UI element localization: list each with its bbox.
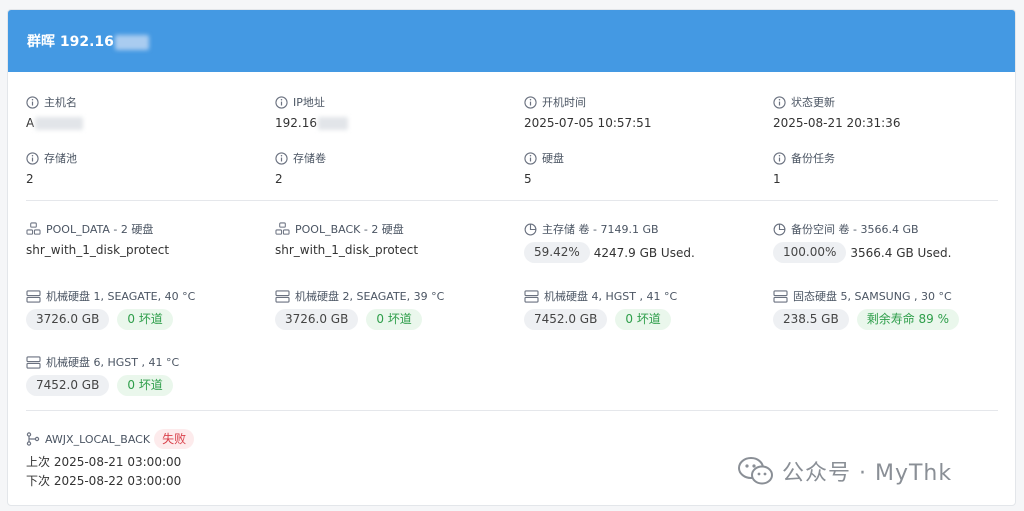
backup-status-badge: 失败 (154, 429, 195, 449)
volume-used: 4247.9 GB Used. (593, 245, 695, 260)
hard-drive-icon (275, 289, 290, 303)
info-ip: IP地址 192.16 (275, 94, 524, 132)
branch-icon (26, 432, 40, 446)
info-backup-count: 备份任务 1 (773, 150, 998, 188)
info-label: 硬盘 (542, 152, 564, 165)
info-uptime: 开机时间 2025-07-05 10:57:51 (524, 94, 773, 132)
divider (26, 410, 998, 411)
divider (26, 200, 998, 201)
volume-item: 主存储 卷 - 7149.1 GB 59.42% 4247.9 GB Used. (524, 221, 773, 263)
disk-health-badge: 0 坏道 (615, 309, 671, 330)
nas-status-card: 群晖 192.16 主机名 A IP地址 192.16 开机时间 2025-07… (7, 9, 1016, 506)
info-label: IP地址 (293, 96, 325, 109)
backup-task-name: AWJX_LOCAL_BACK (45, 432, 151, 446)
volume-label: 主存储 卷 - 7149.1 GB (542, 223, 659, 236)
disk-health-badge: 0 坏道 (117, 309, 173, 330)
disk-size-badge: 238.5 GB (773, 309, 849, 330)
disk-item: 机械硬盘 2, SEAGATE, 39 °C 3726.0 GB 0 坏道 (275, 288, 524, 330)
redacted-ip (114, 34, 149, 50)
disk-item: 机械硬盘 6, HGST , 41 °C 7452.0 GB 0 坏道 (26, 354, 275, 396)
info-row-1: 主机名 A IP地址 192.16 开机时间 2025-07-05 10:57:… (26, 94, 998, 132)
disk-label: 机械硬盘 4, HGST , 41 °C (544, 290, 678, 303)
info-value: 2025-07-05 10:57:51 (524, 116, 652, 130)
info-label: 开机时间 (542, 96, 586, 109)
disk-item: 机械硬盘 1, SEAGATE, 40 °C 3726.0 GB 0 坏道 (26, 288, 275, 330)
info-value: 2025-08-21 20:31:36 (773, 116, 901, 130)
pool-label: POOL_DATA - 2 硬盘 (46, 223, 154, 236)
pie-chart-icon (773, 223, 786, 235)
info-label: 备份任务 (791, 152, 835, 165)
pool-item: POOL_BACK - 2 硬盘 shr_with_1_disk_protect (275, 221, 524, 263)
info-value: 2 (26, 172, 34, 186)
disk-size-badge: 3726.0 GB (275, 309, 359, 330)
info-icon (524, 95, 537, 109)
hard-drive-icon (524, 289, 539, 303)
info-icon (26, 95, 39, 109)
disk-label: 机械硬盘 2, SEAGATE, 39 °C (295, 290, 445, 303)
info-value: 5 (524, 172, 532, 186)
hard-drive-icon (26, 355, 41, 369)
volume-used: 3566.4 GB Used. (850, 245, 952, 260)
pool-icon (26, 222, 41, 235)
info-icon (773, 151, 786, 165)
info-value: 2 (275, 172, 283, 186)
info-label: 存储卷 (293, 152, 326, 165)
info-value: A (26, 116, 35, 130)
info-icon (773, 95, 786, 109)
info-hostname: 主机名 A (26, 94, 275, 132)
redacted-ip (318, 117, 348, 130)
hard-drive-icon (773, 289, 788, 303)
pool-raid-type: shr_with_1_disk_protect (275, 243, 419, 257)
info-value: 192.16 (275, 116, 317, 130)
info-icon (275, 95, 288, 109)
disk-health-badge: 0 坏道 (366, 309, 422, 330)
disk-label: 机械硬盘 6, HGST , 41 °C (46, 356, 180, 369)
info-disk-count: 硬盘 5 (524, 150, 773, 188)
watermark: 公众号 · MyThk (738, 455, 952, 487)
card-header: 群晖 192.16 (8, 10, 1015, 72)
redacted-hostname (35, 117, 84, 130)
wechat-icon (738, 457, 773, 485)
disk-label: 机械硬盘 1, SEAGATE, 40 °C (46, 290, 196, 303)
info-status-update: 状态更新 2025-08-21 20:31:36 (773, 94, 998, 132)
info-label: 存储池 (44, 152, 77, 165)
disk-size-badge: 7452.0 GB (524, 309, 608, 330)
disk-health-badge: 0 坏道 (117, 375, 173, 396)
card-title: 群晖 192.16 (27, 31, 149, 51)
info-label: 状态更新 (791, 96, 835, 109)
info-icon (275, 151, 288, 165)
pool-item: POOL_DATA - 2 硬盘 shr_with_1_disk_protect (26, 221, 275, 263)
volume-percent-badge: 59.42% (524, 242, 590, 263)
pool-raid-type: shr_with_1_disk_protect (26, 243, 170, 257)
disk-health-badge: 剩余寿命 89 % (856, 309, 960, 330)
pool-icon (275, 222, 290, 235)
disk-size-badge: 7452.0 GB (26, 375, 110, 396)
info-value: 1 (773, 172, 781, 186)
disk-item: 机械硬盘 4, HGST , 41 °C 7452.0 GB 0 坏道 (524, 288, 773, 330)
hard-drive-icon (26, 289, 41, 303)
disk-size-badge: 3726.0 GB (26, 309, 110, 330)
info-volume-count: 存储卷 2 (275, 150, 524, 188)
info-icon (524, 151, 537, 165)
disk-row-1: 机械硬盘 1, SEAGATE, 40 °C 3726.0 GB 0 坏道 机械硬… (26, 288, 998, 330)
watermark-text: 公众号 · MyThk (782, 461, 953, 486)
card-title-text: 群晖 192.16 (27, 34, 114, 50)
pie-chart-icon (524, 223, 537, 235)
pool-label: POOL_BACK - 2 硬盘 (295, 223, 404, 236)
info-label: 主机名 (44, 96, 77, 109)
disk-label: 固态硬盘 5, SAMSUNG , 30 °C (793, 290, 952, 303)
disk-row-2: 机械硬盘 6, HGST , 41 °C 7452.0 GB 0 坏道 (26, 354, 998, 396)
disk-item: 固态硬盘 5, SAMSUNG , 30 °C 238.5 GB 剩余寿命 89 … (773, 288, 998, 330)
info-row-2: 存储池 2 存储卷 2 硬盘 5 备份任务 1 (26, 150, 998, 188)
storage-row: POOL_DATA - 2 硬盘 shr_with_1_disk_protect… (26, 221, 998, 263)
info-pool-count: 存储池 2 (26, 150, 275, 188)
info-icon (26, 151, 39, 165)
volume-item: 备份空间 卷 - 3566.4 GB 100.00% 3566.4 GB Used… (773, 221, 998, 263)
volume-percent-badge: 100.00% (773, 242, 847, 263)
volume-label: 备份空间 卷 - 3566.4 GB (791, 223, 919, 236)
